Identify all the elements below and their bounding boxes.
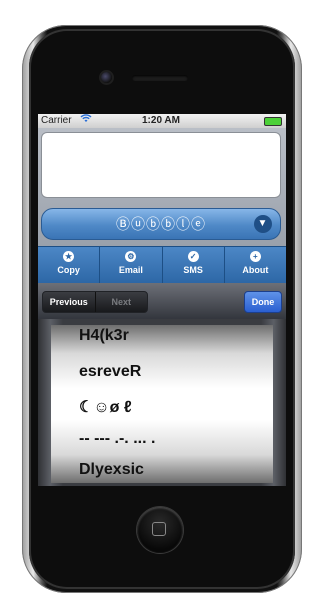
message-text-area[interactable]	[41, 132, 281, 198]
next-button[interactable]: Next	[96, 292, 148, 312]
home-button[interactable]	[137, 507, 183, 553]
style-selector-label: Ⓑⓤⓑⓑⓛⓔ	[116, 216, 206, 232]
tab-label: Copy	[57, 265, 80, 275]
gear-icon: ⚙	[125, 251, 137, 262]
action-tab-bar: ★ Copy ⚙ Email ✓ SMS + About	[38, 246, 286, 284]
tab-label: Email	[118, 265, 143, 275]
editor-area: Ⓑⓤⓑⓑⓛⓔ ▼	[38, 128, 286, 246]
check-icon: ✓	[187, 251, 199, 262]
chevron-down-icon: ▼	[254, 215, 272, 233]
keyboard-accessory-bar: Previous Next Done	[38, 283, 286, 319]
speaker-grille	[132, 75, 188, 81]
tab-sms[interactable]: ✓ SMS	[163, 247, 225, 283]
picker-row[interactable]: -- --- .-. ... .	[79, 430, 155, 448]
status-bar: Carrier 1:20 AM	[38, 114, 286, 128]
previous-button[interactable]: Previous	[43, 292, 96, 312]
style-selector-button[interactable]: Ⓑⓤⓑⓑⓛⓔ ▼	[41, 208, 281, 240]
home-square-icon	[152, 522, 166, 536]
carrier-label: Carrier	[41, 115, 72, 126]
tab-label: SMS	[183, 265, 203, 275]
picker-wheel[interactable]: H4(k3r esreveR ☾☺ø ℓ -- --- .-. ... . Dl…	[51, 325, 273, 483]
camera-icon	[101, 72, 112, 83]
picker-row[interactable]: Dlyexsic	[79, 461, 144, 479]
prev-next-control: Previous Next	[42, 291, 148, 313]
tab-about[interactable]: + About	[225, 247, 286, 283]
wifi-icon	[80, 114, 92, 128]
plus-icon: +	[249, 251, 261, 262]
tab-label: About	[242, 265, 269, 275]
done-button[interactable]: Done	[244, 291, 282, 313]
device-screen: Carrier 1:20 AM Ⓑⓤⓑⓑⓛⓔ ▼ ★ Copy ⚙ Email …	[38, 114, 286, 486]
clock-time: 1:20 AM	[142, 115, 180, 126]
picker-row[interactable]: esreveR	[79, 363, 141, 381]
style-picker: H4(k3r esreveR ☾☺ø ℓ -- --- .-. ... . Dl…	[38, 319, 286, 486]
battery-icon	[264, 117, 282, 126]
star-icon: ★	[63, 251, 75, 262]
picker-row[interactable]: H4(k3r	[79, 327, 129, 345]
tab-email[interactable]: ⚙ Email	[100, 247, 163, 283]
picker-row[interactable]: ☾☺ø ℓ	[79, 397, 132, 417]
tab-copy[interactable]: ★ Copy	[38, 247, 101, 283]
